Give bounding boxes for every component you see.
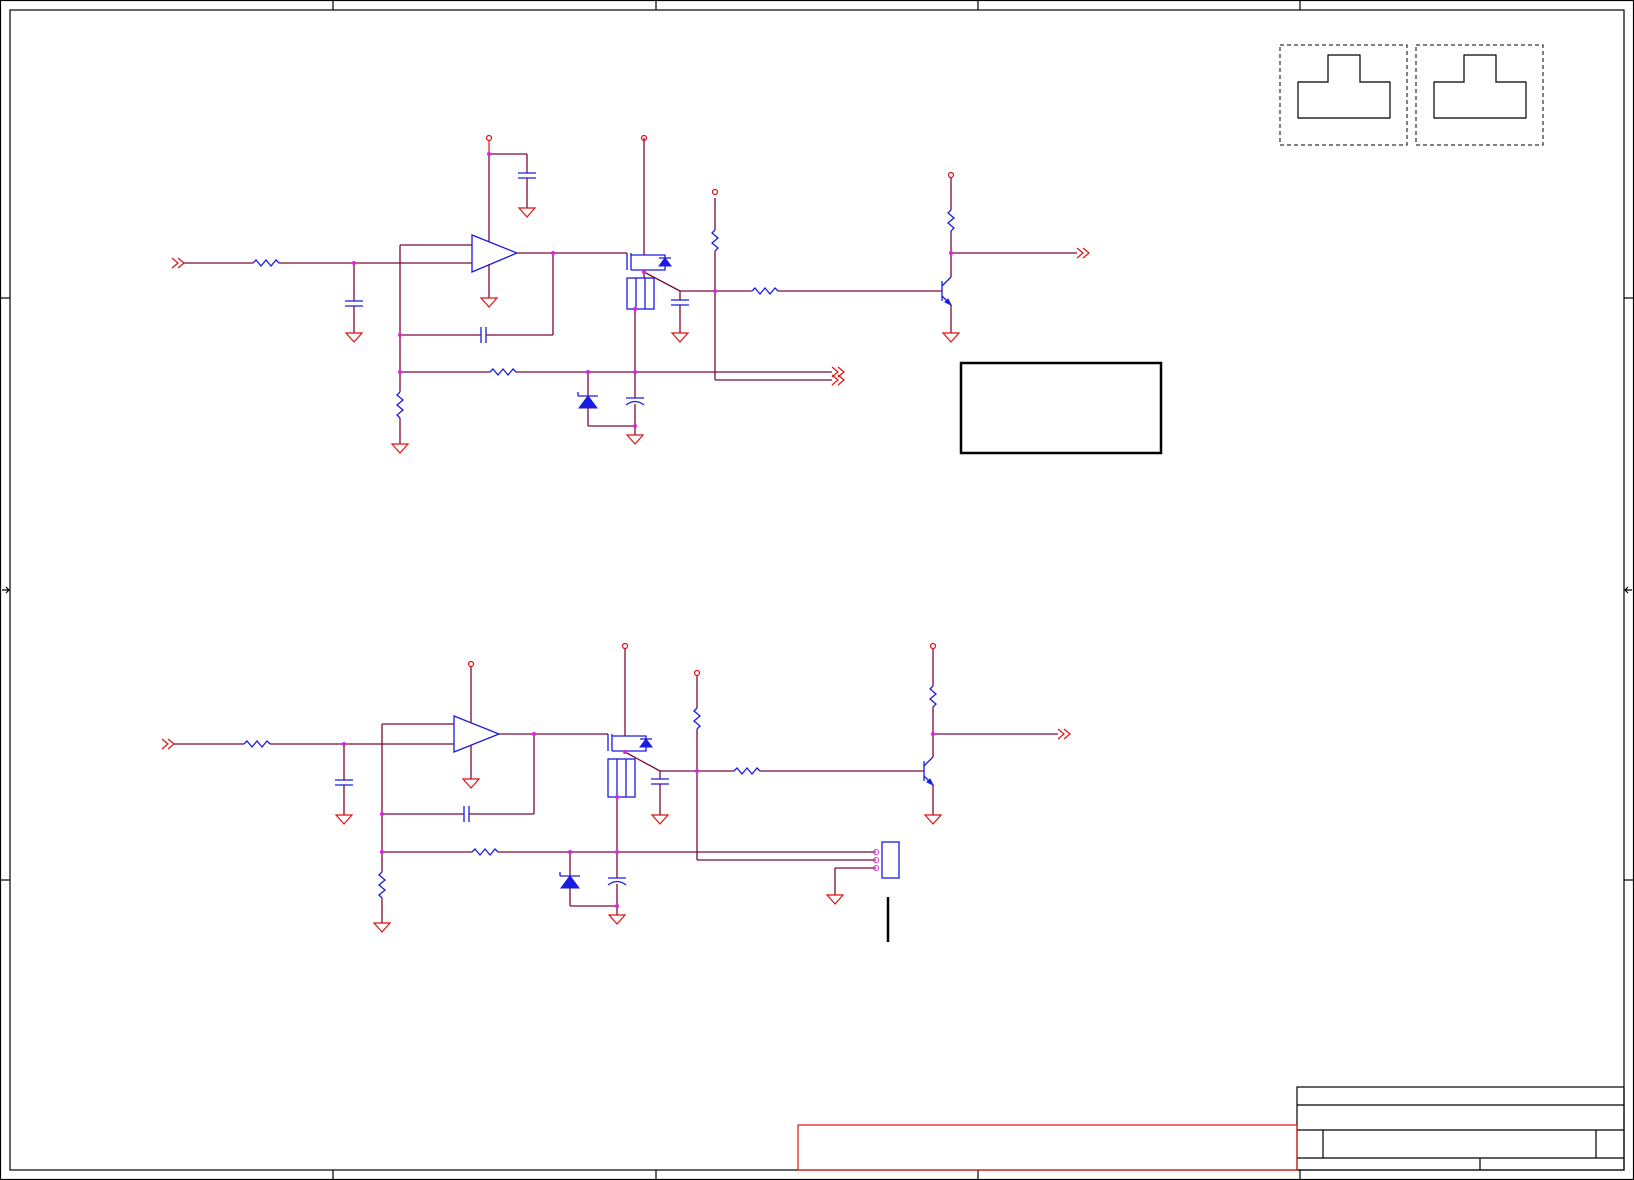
feedback-resistor-lower <box>471 847 499 857</box>
input-port-upper <box>171 257 185 269</box>
ground-symbol <box>461 778 481 789</box>
base-resistor-lower <box>733 766 761 776</box>
schematic-sheet <box>0 0 1634 1180</box>
revision-block <box>797 1124 1298 1171</box>
npn-transistor-upper <box>941 276 953 307</box>
input-resistor-lower <box>243 739 271 749</box>
ground-symbol <box>372 922 392 933</box>
zener-diode-lower <box>560 875 580 889</box>
ground-symbol <box>344 332 364 343</box>
filter-capacitor-upper <box>345 300 363 307</box>
shunt-resistor-lower <box>607 758 636 798</box>
gate-capacitor-lower <box>651 778 669 785</box>
bias-resistor-lower <box>377 871 387 899</box>
bias-resistor-upper <box>395 391 405 419</box>
capacitor-lower <box>607 877 627 886</box>
op-amp-upper <box>471 234 519 273</box>
pull-up-resistor-upper-a <box>710 229 720 252</box>
output-port-lower <box>1057 728 1071 740</box>
op-amp-lower <box>453 715 501 753</box>
ground-symbol <box>479 297 499 308</box>
feedback-resistor-upper <box>489 367 517 377</box>
mechanical-outline-1 <box>1279 44 1408 146</box>
feedback-capacitor-lower <box>463 806 470 822</box>
lower-channel <box>161 642 1071 942</box>
ground-symbol <box>825 894 845 905</box>
ground-symbol <box>941 332 961 343</box>
connector-3pin-lower <box>873 841 900 879</box>
input-port-lower <box>161 738 175 750</box>
pull-up-resistor-lower-b <box>928 685 938 708</box>
shunt-resistor-upper <box>626 277 655 310</box>
output-port-upper <box>1076 247 1090 259</box>
capacitor-upper <box>625 397 645 406</box>
ground-symbol <box>334 814 354 825</box>
zener-diode-upper <box>578 395 598 409</box>
ground-symbol <box>923 814 943 825</box>
ground-symbol <box>517 207 537 218</box>
ground-symbol <box>650 814 670 825</box>
filter-capacitor-lower <box>335 779 353 786</box>
input-resistor-upper <box>252 258 280 268</box>
drawing-frame <box>0 0 1634 1180</box>
ground-symbol <box>390 443 410 454</box>
base-resistor-upper <box>751 286 779 296</box>
pull-up-resistor-upper-b <box>946 209 956 232</box>
mosfet-lower <box>607 734 653 752</box>
npn-transistor-lower <box>923 756 935 787</box>
gate-capacitor-upper <box>671 299 689 306</box>
upper-channel <box>171 134 1090 454</box>
mechanical-outline-2 <box>1415 44 1544 146</box>
pull-up-resistor-lower-a <box>692 707 702 730</box>
ground-symbol <box>625 434 645 445</box>
note-box <box>959 361 1163 455</box>
decoupling-capacitor-upper <box>518 172 536 179</box>
mosfet-upper <box>626 253 672 271</box>
ground-symbol <box>607 914 627 925</box>
ground-symbol <box>670 332 690 343</box>
title-block <box>1296 1086 1625 1171</box>
feedback-capacitor-upper <box>480 327 487 343</box>
